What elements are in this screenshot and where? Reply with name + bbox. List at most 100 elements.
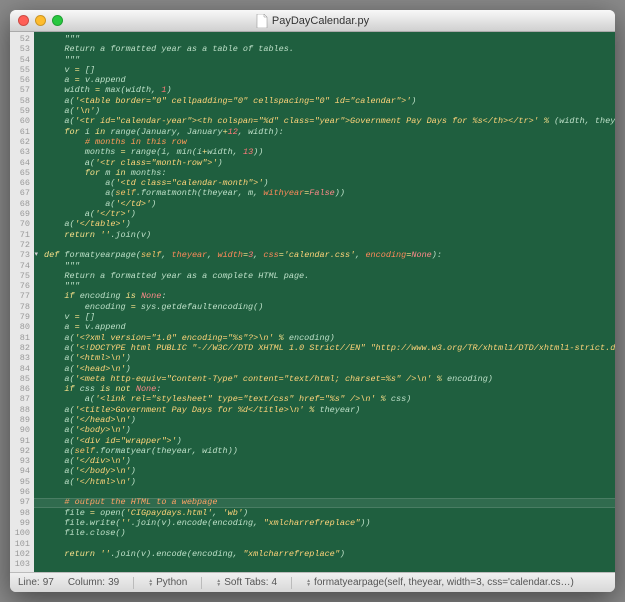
line-number[interactable]: 62	[12, 137, 30, 147]
code-line[interactable]: if encoding is None:	[44, 291, 615, 301]
code-line[interactable]: a(self.formatyear(theyear, width))	[44, 446, 615, 456]
line-number[interactable]: 82	[12, 343, 30, 353]
code-line[interactable]: Return a formatted year as a table of ta…	[44, 44, 615, 54]
line-number[interactable]: 100	[12, 528, 30, 538]
titlebar[interactable]: PayDayCalendar.py	[10, 10, 615, 32]
line-number[interactable]: 95	[12, 477, 30, 487]
code-line[interactable]: a('</table>')	[44, 219, 615, 229]
code-line[interactable]: return ''.join(v).encode(encoding, "xmlc…	[44, 549, 615, 559]
line-number[interactable]: 88	[12, 405, 30, 415]
code-line[interactable]: v = []	[44, 65, 615, 75]
line-number[interactable]: 80	[12, 322, 30, 332]
code-line[interactable]: a(self.formatmonth(theyear, m, withyear=…	[44, 188, 615, 198]
zoom-icon[interactable]	[52, 15, 63, 26]
line-number[interactable]: 61	[12, 127, 30, 137]
code-line[interactable]: file = open('CIGpaydays.html', 'wb')	[44, 508, 615, 518]
code-line[interactable]: a('</body>\n')	[44, 466, 615, 476]
code-line[interactable]: for m in months:	[44, 168, 615, 178]
line-number[interactable]: 54	[12, 55, 30, 65]
code-content[interactable]: """ Return a formatted year as a table o…	[34, 32, 615, 572]
line-number[interactable]: 70	[12, 219, 30, 229]
minimize-icon[interactable]	[35, 15, 46, 26]
close-icon[interactable]	[18, 15, 29, 26]
line-number[interactable]: 66	[12, 178, 30, 188]
code-line[interactable]: a('<div id="wrapper">')	[44, 436, 615, 446]
code-line[interactable]: a('<link rel="stylesheet" type="text/css…	[44, 394, 615, 404]
line-number[interactable]: 87	[12, 394, 30, 404]
line-number[interactable]: 97	[12, 497, 30, 507]
code-line[interactable]: """	[44, 55, 615, 65]
line-number[interactable]: 68	[12, 199, 30, 209]
code-line[interactable]: a('<meta http-equiv="Content-Type" conte…	[44, 374, 615, 384]
line-number[interactable]: 98	[12, 508, 30, 518]
code-line[interactable]: a('</html>\n')	[44, 477, 615, 487]
indent-selector[interactable]: ▲▼ Soft Tabs: 4	[216, 577, 277, 588]
line-number[interactable]: 57	[12, 85, 30, 95]
line-number[interactable]: 69	[12, 209, 30, 219]
code-line[interactable]: a('<tr class="month-row">')	[44, 158, 615, 168]
line-number[interactable]: 71	[12, 230, 30, 240]
code-line[interactable]: a('</div>\n')	[44, 456, 615, 466]
line-number[interactable]: 99	[12, 518, 30, 528]
line-number[interactable]: 76	[12, 281, 30, 291]
code-line[interactable]: months = range(i, min(i+width, 13))	[44, 147, 615, 157]
line-number[interactable]: 58	[12, 96, 30, 106]
code-line[interactable]: a('<!DOCTYPE html PUBLIC "-//W3C//DTD XH…	[44, 343, 615, 353]
code-line[interactable]: if css is not None:	[44, 384, 615, 394]
line-number[interactable]: 67	[12, 188, 30, 198]
code-line[interactable]: a('<head>\n')	[44, 364, 615, 374]
line-number[interactable]: 91	[12, 436, 30, 446]
line-number[interactable]: 63	[12, 147, 30, 157]
code-line[interactable]	[44, 539, 615, 549]
code-line[interactable]: a('<?xml version="1.0" encoding="%s"?>\n…	[44, 333, 615, 343]
line-number[interactable]: 52	[12, 34, 30, 44]
line-number[interactable]: 94	[12, 466, 30, 476]
code-line[interactable]: a('</head>\n')	[44, 415, 615, 425]
code-line[interactable]: # months in this row	[44, 137, 615, 147]
line-number[interactable]: 74	[12, 261, 30, 271]
code-line[interactable]: a('<table border="0" cellpadding="0" cel…	[44, 96, 615, 106]
line-number[interactable]: 90	[12, 425, 30, 435]
code-line[interactable]: file.write(''.join(v).encode(encoding, "…	[44, 518, 615, 528]
code-line[interactable]	[44, 559, 615, 569]
code-line[interactable]: def formatyearpage(self, theyear, width=…	[44, 250, 615, 260]
line-number[interactable]: 75	[12, 271, 30, 281]
code-line[interactable]: """	[44, 281, 615, 291]
line-number[interactable]: 103	[12, 559, 30, 569]
code-line[interactable]: a = v.append	[44, 75, 615, 85]
code-line[interactable]: return ''.join(v)	[44, 230, 615, 240]
line-number[interactable]: 85	[12, 374, 30, 384]
code-line[interactable]: Return a formatted year as a complete HT…	[44, 271, 615, 281]
line-number[interactable]: 89	[12, 415, 30, 425]
line-number[interactable]: 55	[12, 65, 30, 75]
code-line[interactable]: """	[44, 34, 615, 44]
line-number[interactable]: 101	[12, 539, 30, 549]
line-number[interactable]: 102	[12, 549, 30, 559]
code-line[interactable]: a('<body>\n')	[44, 425, 615, 435]
code-line[interactable]: """	[44, 261, 615, 271]
line-number[interactable]: 60	[12, 116, 30, 126]
code-line[interactable]: a('<html>\n')	[44, 353, 615, 363]
line-number[interactable]: 78	[12, 302, 30, 312]
line-number[interactable]: 53	[12, 44, 30, 54]
line-number[interactable]: 77	[12, 291, 30, 301]
line-number[interactable]: 84	[12, 364, 30, 374]
code-line[interactable]: v = []	[44, 312, 615, 322]
code-line[interactable]: a = v.append	[44, 322, 615, 332]
symbol-breadcrumb[interactable]: ▲▼ formatyearpage(self, theyear, width=3…	[306, 577, 574, 588]
line-number[interactable]: 73	[12, 250, 30, 260]
code-line[interactable]: a('<title>Government Pay Days for %d</ti…	[44, 405, 615, 415]
code-line[interactable]: width = max(width, 1)	[44, 85, 615, 95]
code-line[interactable]: file.close()	[44, 528, 615, 538]
line-number[interactable]: 64	[12, 158, 30, 168]
language-selector[interactable]: ▲▼ Python	[148, 577, 187, 588]
line-number-gutter[interactable]: 5253545556575859606162636465666768697071…	[10, 32, 34, 572]
line-number[interactable]: 59	[12, 106, 30, 116]
line-number[interactable]: 86	[12, 384, 30, 394]
line-number[interactable]: 56	[12, 75, 30, 85]
code-line[interactable]: a('<tr id="calendar-year"><th colspan="%…	[44, 116, 615, 126]
code-line[interactable]	[44, 487, 615, 497]
line-number[interactable]: 81	[12, 333, 30, 343]
line-number[interactable]: 65	[12, 168, 30, 178]
code-line[interactable]	[44, 240, 615, 250]
